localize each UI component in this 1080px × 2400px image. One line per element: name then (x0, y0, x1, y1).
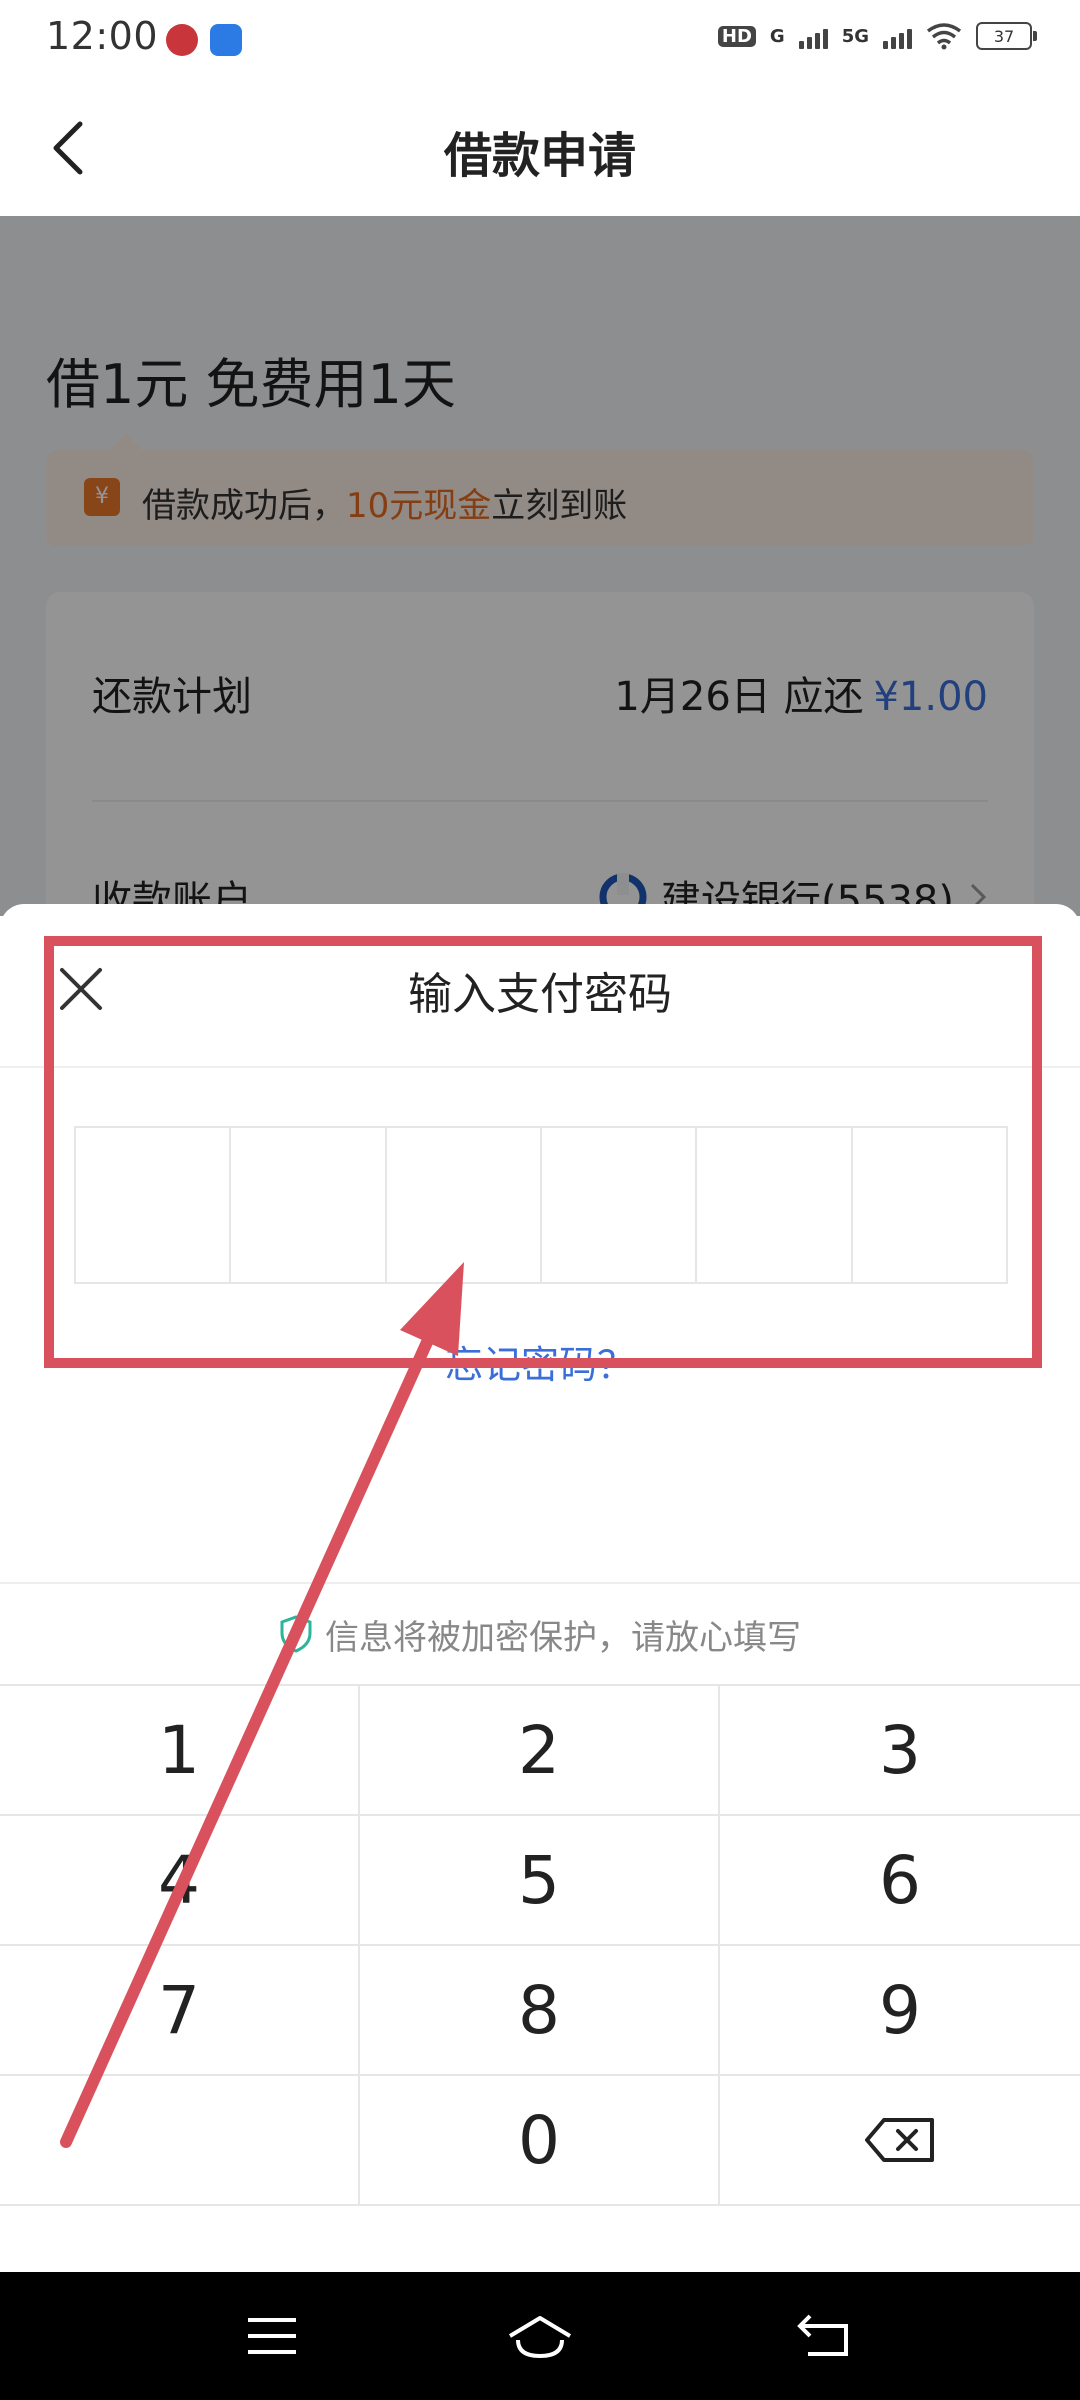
app-header: 借款申请 (0, 80, 1080, 216)
key-8[interactable]: 8 (360, 1946, 720, 2076)
numeric-keypad: 1 2 3 4 5 6 7 8 9 0 (0, 1684, 1080, 2206)
key-0[interactable]: 0 (360, 2076, 720, 2206)
app-notification-icon (166, 24, 198, 56)
status-bar: 12:00 HD G 5G 37 (0, 0, 1080, 80)
shield-check-icon (280, 1615, 312, 1653)
hd-icon: HD (717, 25, 756, 47)
signal-icon (798, 23, 828, 49)
status-icons: HD G 5G 37 (717, 22, 1037, 50)
key-blank (0, 2076, 360, 2206)
annotation-highlight-box (44, 936, 1042, 1368)
network-5g-label: 5G (841, 25, 869, 47)
signal-5g-icon (883, 23, 912, 49)
security-notice-text: 信息将被加密保护，请放心填写 (325, 1617, 801, 1658)
key-7[interactable]: 7 (0, 1946, 360, 2076)
divider (0, 1582, 1080, 1584)
backspace-icon (865, 2118, 934, 2162)
key-delete[interactable] (720, 2076, 1080, 2206)
key-4[interactable]: 4 (0, 1816, 360, 1946)
battery-level: 37 (993, 26, 1015, 46)
key-5[interactable]: 5 (360, 1816, 720, 1946)
home-icon[interactable] (504, 2312, 576, 2360)
page-title: 借款申请 (443, 128, 636, 184)
key-1[interactable]: 1 (0, 1686, 360, 1816)
alarm-app-icon (210, 24, 242, 56)
key-3[interactable]: 3 (720, 1686, 1080, 1816)
key-6[interactable]: 6 (720, 1816, 1080, 1946)
key-2[interactable]: 2 (360, 1686, 720, 1816)
modal-overlay[interactable] (0, 216, 1080, 916)
status-time: 12:00 (46, 14, 159, 58)
menu-icon[interactable] (244, 2312, 300, 2360)
security-notice: 信息将被加密保护，请放心填写 (0, 1604, 1080, 1664)
wifi-icon (926, 23, 962, 50)
battery-icon: 37 (976, 22, 1037, 50)
back-nav-icon[interactable] (796, 2312, 852, 2360)
system-nav-bar (0, 2272, 1080, 2400)
key-9[interactable]: 9 (720, 1946, 1080, 2076)
network-g-label: G (769, 25, 785, 47)
